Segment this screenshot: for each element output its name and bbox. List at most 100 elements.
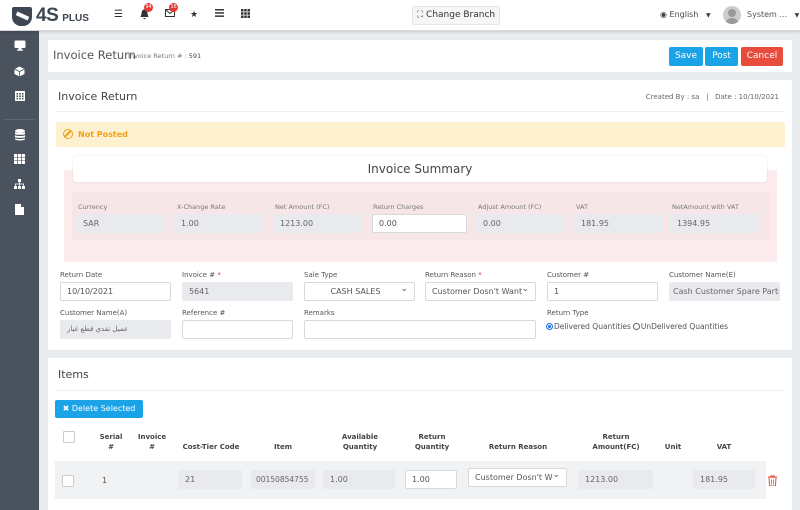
card-meta: Created By : sa | Date : 10/10/2021 [646, 93, 779, 101]
delete-selected-button[interactable]: ✖ Delete Selected [55, 400, 143, 418]
apps-grid-icon[interactable] [241, 9, 250, 22]
language-dropdown[interactable]: ◉ English ▼ [660, 10, 711, 19]
globe-icon: ◉ [660, 10, 667, 19]
page-title: Invoice Return [53, 48, 136, 62]
cube-icon[interactable] [0, 66, 39, 80]
sale-type-label: Sale Type [304, 271, 338, 279]
sitemap-icon[interactable] [0, 179, 39, 192]
customer-name-a-label: Customer Name(A) [60, 309, 128, 317]
items-card: Items ✖ Delete Selected Serial # Invoice #… [48, 358, 792, 510]
net-amount-field: 1213.00 [273, 214, 362, 233]
divider [56, 111, 784, 112]
delete-row-trash-icon[interactable] [768, 474, 777, 487]
sale-type-select[interactable]: CASH SALES [304, 282, 415, 301]
column-header-return-amount: Return Amount(FC) [592, 433, 640, 451]
currency-label: Currency [78, 203, 108, 211]
invoice-number-label: Invoice # * [182, 271, 221, 279]
customer-number-label: Customer # [547, 271, 590, 279]
ban-icon [63, 129, 73, 139]
return-charges-input[interactable]: 0.00 [372, 214, 467, 233]
net-amount-vat-field: 1394.95 [670, 214, 759, 233]
column-header-unit: Unit [664, 443, 682, 451]
return-reason-select[interactable]: Customer Dosn't Want [425, 282, 536, 301]
column-header-invoice: Invoice # [137, 433, 167, 451]
messages-envelope-icon[interactable]: 16 [165, 3, 178, 21]
return-reason-label: Return Reason * [425, 271, 482, 279]
database-icon[interactable] [0, 129, 39, 144]
adjust-amount-label: Adjust Amount (FC) [478, 203, 542, 211]
remarks-label: Remarks [304, 309, 335, 317]
user-menu-dropdown[interactable]: System ... ▼ [747, 10, 799, 19]
net-amount-label: Net Amount (FC) [275, 203, 330, 211]
created-date: Date : 10/10/2021 [715, 93, 779, 101]
exchange-rate-label: X-Change Rate [177, 203, 226, 211]
invoice-summary-title: Invoice Summary [73, 156, 767, 182]
calculator-icon[interactable] [0, 91, 39, 104]
invoice-return-card: Invoice Return Created By : sa | Date : … [48, 80, 792, 350]
messages-badge: 16 [169, 3, 178, 12]
monitor-icon[interactable] [0, 40, 39, 54]
created-by: Created By : sa [645, 93, 700, 101]
favorites-star-icon[interactable]: ★ [190, 9, 198, 21]
row-checkbox[interactable] [62, 475, 74, 487]
status-alert: Not Posted [56, 122, 785, 147]
cell-available-quantity: 1.00 [323, 470, 395, 489]
status-text: Not Posted [78, 130, 128, 139]
close-icon: ✖ [62, 404, 70, 413]
cell-cost-tier-code: 21 [178, 470, 242, 489]
radio-undelivered-quantities[interactable] [632, 323, 640, 330]
adjust-amount-field: 0.00 [476, 214, 565, 233]
user-avatar[interactable] [723, 6, 741, 24]
column-header-return-reason: Return Reason [488, 443, 548, 451]
currency-field: SAR [76, 214, 165, 233]
customer-name-e-field: Cash Customer Spare Parts [669, 282, 780, 301]
top-navbar: 4S PLUS ☰ 94 16 ★ ⛶ Change Branch ◉ Engl… [0, 0, 800, 31]
cell-return-reason-select[interactable]: Customer Dosn't W [468, 468, 567, 487]
column-header-item: Item [274, 443, 292, 451]
language-label: English [669, 10, 699, 19]
column-header-serial: Serial # [99, 433, 123, 451]
invoice-return-number: Invoice Return # : 591 [128, 52, 201, 60]
radio-delivered-quantities[interactable] [546, 323, 553, 330]
caret-down-icon: ▼ [705, 12, 711, 19]
reference-number-label: Reference # [182, 309, 226, 317]
change-branch-label: Change Branch [426, 10, 496, 20]
notifications-bell-icon[interactable]: 94 [140, 3, 153, 24]
cell-serial: 1 [102, 476, 108, 485]
column-header-return-quantity: Return Quantity [414, 433, 450, 451]
save-button[interactable]: Save [669, 47, 703, 66]
post-button[interactable]: Post [705, 47, 738, 66]
cell-return-quantity-input[interactable]: 1.00 [405, 470, 457, 489]
app-logo[interactable]: 4S PLUS [12, 5, 89, 27]
reference-number-input[interactable] [182, 320, 293, 339]
list-icon[interactable] [215, 9, 224, 21]
remarks-input[interactable] [304, 320, 536, 339]
customer-number-input[interactable]: 1 [547, 282, 658, 301]
invoice-return-number-value: 591 [188, 52, 202, 60]
file-icon[interactable] [0, 204, 39, 218]
invoice-number-field: 5641 [182, 282, 293, 301]
return-date-input[interactable]: 10/10/2021 [60, 282, 171, 301]
invoice-return-number-label: Invoice Return # : [128, 52, 187, 60]
logo-shield-icon [12, 6, 32, 26]
grid-icon[interactable] [0, 154, 39, 167]
meta-separator: | [706, 93, 709, 101]
sitemap-icon: ⛶ [416, 10, 424, 20]
card-title: Invoice Return [58, 90, 138, 103]
cell-item: 00150854755 [251, 470, 315, 489]
cell-vat: 181.95 [693, 470, 755, 489]
divider [56, 390, 784, 391]
radio-delivered-label: Delivered Quantities [554, 322, 631, 331]
return-charges-label: Return Charges [373, 203, 424, 211]
column-header-available-quantity: Available Quantity [341, 433, 379, 451]
return-date-label: Return Date [60, 271, 103, 279]
select-all-checkbox[interactable] [63, 431, 75, 443]
exchange-rate-field: 1.00 [174, 214, 263, 233]
caret-down-icon: ▼ [794, 12, 800, 19]
cell-return-amount: 1213.00 [578, 470, 653, 489]
customer-name-e-label: Customer Name(E) [669, 271, 736, 279]
cancel-button[interactable]: Cancel [741, 47, 783, 66]
change-branch-button[interactable]: ⛶ Change Branch [412, 6, 500, 25]
column-header-vat: VAT [716, 443, 732, 451]
hamburger-menu-icon[interactable]: ☰ [114, 9, 123, 21]
